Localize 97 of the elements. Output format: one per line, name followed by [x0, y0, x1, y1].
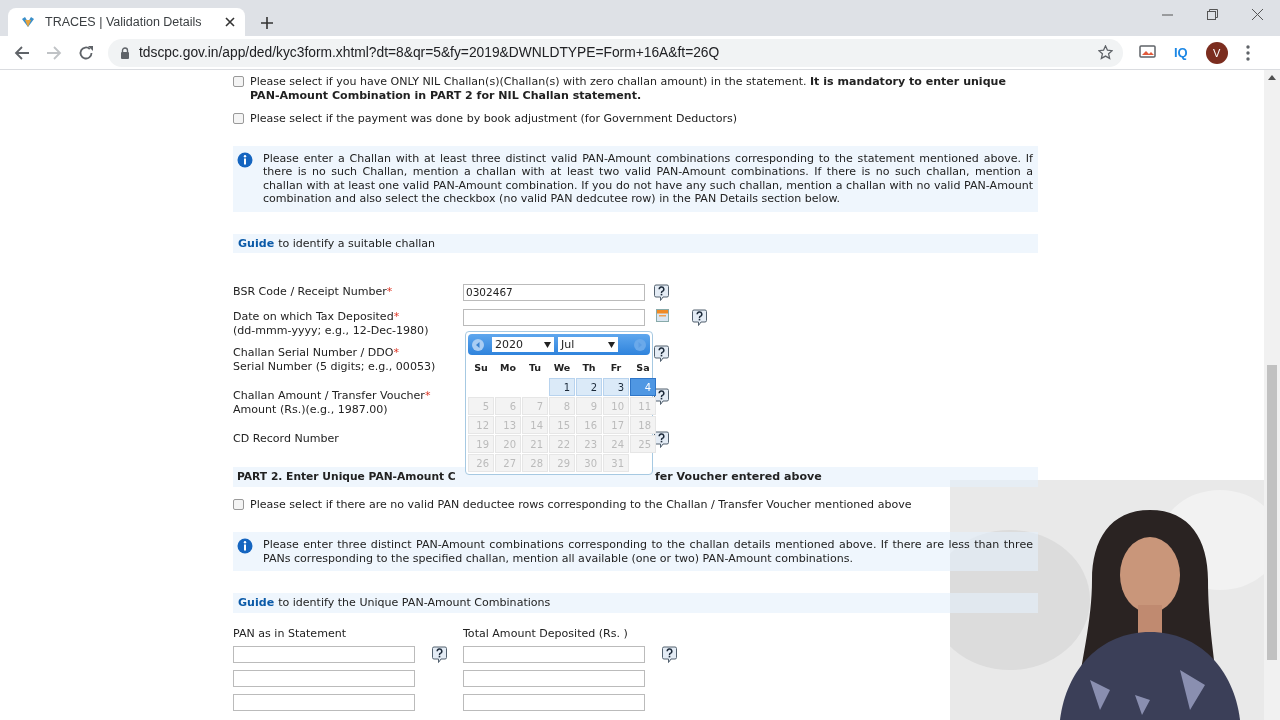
field-label: BSR Code / Receipt Number*	[233, 284, 394, 300]
section-heading: fer Voucher entered above	[655, 470, 822, 484]
calendar-day: 29	[549, 454, 575, 472]
input-field[interactable]	[233, 694, 415, 711]
month-select[interactable]: Jul	[558, 337, 618, 352]
close-icon[interactable]	[225, 17, 235, 27]
calendar-day[interactable]: 2	[576, 378, 602, 396]
info-icon	[237, 538, 253, 554]
weekday-label: Su	[473, 361, 489, 375]
profile-avatar[interactable]: V	[1205, 41, 1228, 64]
browser-tab[interactable]: TRACES | Validation Details	[8, 8, 245, 36]
calendar-day: 9	[576, 397, 602, 415]
caret-icon	[544, 341, 551, 348]
weekday-label: We	[552, 361, 572, 375]
guide-text: Guide to identify the Unique PAN-Amount Combinations	[233, 593, 1038, 613]
calendar-day: 8	[549, 397, 575, 415]
calendar-day: 31	[603, 454, 629, 472]
url-text: tdscpc.gov.in/app/ded/kyc3form.xhtml?dt=8&qr=5&fy=2019&DWNLDTYPE=Form+16A&ft=26Q	[139, 45, 721, 60]
star-icon[interactable]	[1098, 45, 1113, 60]
calendar-day: 16	[576, 416, 602, 434]
calendar-day: 7	[522, 397, 548, 415]
help-icon[interactable]	[654, 284, 669, 301]
calendar-day: 22	[549, 435, 575, 453]
checkbox[interactable]	[233, 498, 244, 510]
calendar-day[interactable]: 3	[603, 378, 629, 396]
weekday-label: Sa	[635, 361, 651, 375]
weekday-label: Tu	[527, 361, 543, 375]
calendar-day: 10	[603, 397, 629, 415]
caret-icon	[608, 341, 615, 348]
menu-icon[interactable]	[1245, 44, 1250, 61]
guide-text: Guide to identify a suitable challan	[233, 233, 1038, 253]
input-field[interactable]	[463, 646, 645, 663]
calendar-day: 12	[468, 416, 494, 434]
weekday-label: Mo	[499, 361, 517, 375]
calendar-day: 25	[630, 435, 656, 453]
extension-label[interactable]: IQ	[1174, 45, 1188, 60]
forward-icon	[46, 44, 62, 61]
checkbox[interactable]	[233, 113, 244, 124]
calendar-day: 28	[522, 454, 548, 472]
guide-link[interactable]: Guide	[238, 236, 275, 250]
help-icon[interactable]	[661, 646, 677, 663]
address-bar[interactable]: tdscpc.gov.in/app/ded/kyc3form.xhtml?dt=8&qr=5&fy=2019&DWNLDTYPE=Form+16A&ft=26Q	[108, 38, 1123, 67]
column-label: Total Amount Deposited (Rs. )	[463, 626, 629, 640]
input-field[interactable]: 0302467	[463, 284, 645, 301]
calendar-day: 13	[495, 416, 521, 434]
checkbox-label: Please select if the payment was done by book adjustment (for Government Deductors)	[250, 112, 738, 126]
calendar-day: 14	[522, 416, 548, 434]
scrollbar-thumb[interactable]	[1267, 365, 1277, 660]
scroll-up-icon[interactable]	[1268, 75, 1276, 80]
column-label: PAN as in Statement	[233, 626, 348, 640]
checkbox-label: Please select if there are no valid PAN deductee rows corresponding to the Challan / Transfer Voucher mentioned above	[250, 497, 912, 511]
lock-icon	[120, 46, 130, 59]
input-field[interactable]	[463, 694, 645, 711]
year-select[interactable]: 2020	[492, 337, 554, 352]
calendar-day: 24	[603, 435, 629, 453]
date-field[interactable]	[463, 309, 645, 326]
field-label: Challan Serial Number / DDO* Serial Number (5 digits; e.g., 00053)	[233, 345, 437, 373]
calendar-day: 11	[630, 397, 656, 415]
calendar-day: 26	[468, 454, 494, 472]
help-icon[interactable]	[654, 345, 669, 362]
new-tab-icon[interactable]	[261, 17, 273, 29]
screen-icon[interactable]	[1139, 45, 1156, 60]
calendar-day: 15	[549, 416, 575, 434]
site-logo-icon	[21, 16, 35, 28]
guide-link[interactable]: Guide	[238, 596, 275, 609]
input-field[interactable]	[463, 670, 645, 687]
help-icon[interactable]	[431, 646, 447, 663]
input-field[interactable]	[233, 646, 415, 663]
info-text: Please enter three distinct PAN-Amount combinations corresponding to the challan details mentioned above. If there are less than three PANs corresponding to the specified challan, mention all available (one or two) PAN-Amount combinations.	[263, 538, 1033, 565]
checkbox[interactable]	[233, 76, 244, 87]
field-label: CD Record Number	[233, 431, 340, 447]
weekday-label: Fr	[609, 361, 623, 375]
calendar-day: 20	[495, 435, 521, 453]
close-icon[interactable]	[1252, 9, 1263, 20]
calendar-day: 17	[603, 416, 629, 434]
section-heading: PART 2. Enter Unique PAN-Amount C	[237, 470, 456, 483]
input-field[interactable]	[233, 670, 415, 687]
calendar-day: 21	[522, 435, 548, 453]
next-month-icon	[634, 338, 646, 351]
calendar-day: 27	[495, 454, 521, 472]
field-label: Challan Amount / Transfer Voucher* Amount (Rs.)(e.g., 1987.00)	[233, 388, 432, 416]
tab-title: TRACES | Validation Details	[45, 15, 203, 29]
calendar-day[interactable]: 1	[549, 378, 575, 396]
restore-icon[interactable]	[1207, 9, 1218, 20]
calendar-day: 23	[576, 435, 602, 453]
checkbox-label: Please select if you have ONLY NIL Challan(s)(Challan(s) with zero challan amount) in the statement. It is mandatory to enter unique PAN-Amount Combination in PART 2 for NIL Challan statement.	[250, 75, 1007, 102]
info-text: Please enter a Challan with at least three distinct valid PAN-Amount combinations corresponding to the statement mentioned above. If there is no such Challan, mention a challan with at least two valid PAN-Amount combinations. If there is no such challan, mention a challan with at least one valid PAN-Amount combination. If you do not have any such challan, mention a challan with no valid PAN-Amount combination and also select the checkbox (no valid PAN dedcutee row) in the PAN Details section below.	[263, 151, 1033, 206]
calendar-day: 30	[576, 454, 602, 472]
reload-icon[interactable]	[78, 44, 94, 61]
info-icon	[237, 151, 253, 168]
calendar-day: 19	[468, 435, 494, 453]
weekday-label: Th	[581, 361, 597, 375]
calendar-day: 18	[630, 416, 656, 434]
field-label: Date on which Tax Deposited* (dd-mmm-yyyy; e.g., 12-Dec-1980)	[233, 309, 430, 337]
back-icon[interactable]	[14, 44, 30, 61]
help-icon[interactable]	[692, 309, 707, 326]
calendar-day: 5	[468, 397, 494, 415]
